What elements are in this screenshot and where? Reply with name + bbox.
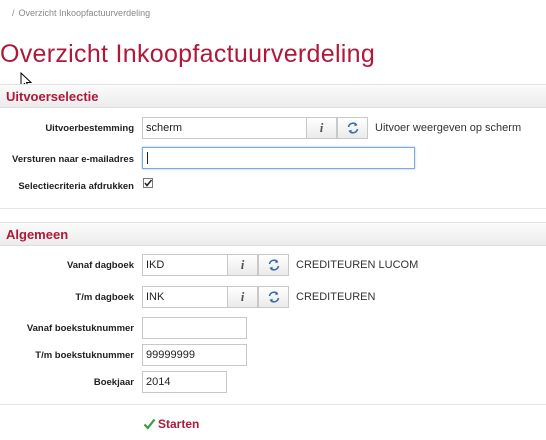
tm-dagboek-refresh-button[interactable] <box>258 286 289 308</box>
refresh-icon <box>268 291 279 303</box>
refresh-icon <box>268 259 279 271</box>
start-button[interactable]: Starten <box>143 417 199 431</box>
email-field[interactable] <box>142 147 415 169</box>
page-title: Overzicht Inkoopfactuurverdeling <box>0 40 376 68</box>
tm-dagboek-input[interactable] <box>142 286 228 308</box>
text-caret <box>147 152 148 164</box>
section-header-algemeen: Algemeen <box>0 222 546 246</box>
label-tm-dagboek: T/m dagboek <box>75 292 134 303</box>
vanaf-boekstuknummer-input[interactable] <box>142 317 247 339</box>
checkmark-icon <box>143 418 156 430</box>
label-email: Versturen naar e-mailadres <box>12 154 134 165</box>
uitvoerbestemming-input[interactable] <box>142 117 307 139</box>
checkmark-icon <box>144 179 153 187</box>
section-header-uitvoerselectie: Uitvoerselectie <box>0 84 546 108</box>
tm-dagboek-info-button[interactable]: i <box>227 286 258 308</box>
info-icon: i <box>240 257 245 272</box>
section-divider <box>0 208 546 209</box>
uitvoerbestemming-description: Uitvoer weergeven op scherm <box>375 122 522 134</box>
label-tm-boekstuknummer: T/m boekstuknummer <box>35 350 134 361</box>
vanaf-dagboek-description: CREDITEUREN LUCOM <box>296 259 419 271</box>
label-boekjaar: Boekjaar <box>93 377 134 388</box>
info-icon: i <box>240 289 245 304</box>
label-vanaf-boekstuknummer: Vanaf boekstuknummer <box>26 323 134 334</box>
tm-dagboek-description: CREDITEUREN <box>296 291 376 303</box>
section-title-algemeen: Algemeen <box>6 227 69 242</box>
tm-boekstuknummer-input[interactable] <box>142 344 247 366</box>
uitvoerbestemming-refresh-button[interactable] <box>337 117 368 139</box>
afdrukken-checkbox[interactable] <box>143 178 153 188</box>
breadcrumb: / Overzicht Inkoopfactuurverdeling <box>12 8 150 18</box>
vanaf-dagboek-refresh-button[interactable] <box>258 254 289 276</box>
boekjaar-input[interactable] <box>142 371 227 393</box>
breadcrumb-separator: / <box>12 8 15 18</box>
uitvoerbestemming-info-button[interactable]: i <box>306 117 337 139</box>
breadcrumb-current[interactable]: Overzicht Inkoopfactuurverdeling <box>19 8 151 18</box>
start-button-label: Starten <box>158 417 200 431</box>
section-title-uitvoerselectie: Uitvoerselectie <box>6 89 99 104</box>
info-icon: i <box>319 120 324 135</box>
label-vanaf-dagboek: Vanaf dagboek <box>66 260 134 271</box>
vanaf-dagboek-info-button[interactable]: i <box>227 254 258 276</box>
refresh-icon <box>347 122 358 134</box>
vanaf-dagboek-input[interactable] <box>142 254 228 276</box>
section-divider <box>0 404 546 405</box>
label-uitvoerbestemming: Uitvoerbestemming <box>45 123 134 134</box>
label-afdrukken: Selectiecriteria afdrukken <box>18 181 134 192</box>
